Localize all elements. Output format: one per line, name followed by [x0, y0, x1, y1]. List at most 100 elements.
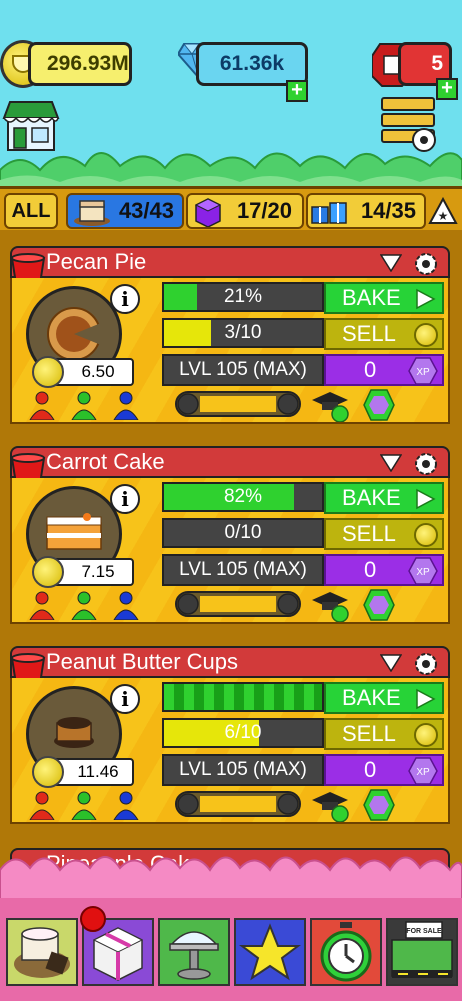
bake-button[interactable]: BAKE	[324, 682, 444, 714]
pink-frosting-decoration	[0, 856, 462, 906]
coins-counter: 296.93M	[28, 42, 132, 86]
conveyor-belt-icon	[175, 591, 301, 617]
bake-button[interactable]: BAKE	[324, 282, 444, 314]
product-price: 6.50	[81, 362, 115, 381]
tab-bakery[interactable]: 43/43	[66, 193, 184, 229]
coin-icon	[32, 356, 64, 388]
tickets-value: 5	[431, 52, 443, 75]
product-card: Carrot Cake i 7.15 82% BAKE 0/10 SELL LV…	[8, 436, 452, 628]
collapse-arrow-icon[interactable]	[380, 454, 402, 472]
tab-presents-count: 14/35	[360, 198, 416, 223]
stock-bar: 0/10	[162, 518, 324, 548]
workers-icon	[29, 591, 139, 620]
product-name: Pecan Pie	[46, 249, 147, 274]
tab-gifts-count: 17/20	[236, 198, 292, 223]
svg-text:XP: XP	[416, 367, 430, 378]
product-name: Carrot Cake	[46, 449, 165, 474]
bake-progress-bar: 82%	[162, 482, 324, 512]
graduation-cap-icon[interactable]	[310, 590, 350, 622]
bake-progress-text: 21%	[223, 286, 263, 307]
gems-value: 61.36k	[219, 52, 285, 75]
conveyor-belt-icon	[175, 391, 301, 417]
upgrade-hexagon-icon[interactable]	[362, 788, 396, 822]
green-frosting-decoration	[0, 152, 462, 192]
tab-bakery-count: 43/43	[118, 198, 174, 223]
stopwatch-icon	[320, 922, 372, 982]
xp-box[interactable]: 0 XP	[324, 554, 444, 586]
sell-button[interactable]: SELL	[324, 518, 444, 550]
for-sale-sign-icon: FOR SALE	[391, 921, 453, 978]
coin-icon	[414, 723, 438, 747]
star-icon	[239, 923, 301, 981]
product-card: Pecan Pie i 6.50 21% BAKE 3/10 SELL LVL …	[8, 236, 452, 428]
gear-icon[interactable]	[412, 250, 440, 278]
sell-button[interactable]: SELL	[324, 318, 444, 350]
tab-presents[interactable]: 14/35	[306, 193, 426, 229]
info-button[interactable]: i	[110, 684, 140, 714]
play-icon	[416, 488, 436, 510]
coin-icon	[414, 323, 438, 347]
tab-all[interactable]: ALL	[4, 193, 58, 229]
svg-text:XP: XP	[416, 767, 430, 778]
stock-bar: 3/10	[162, 318, 324, 348]
stock-bar: 6/10	[162, 718, 324, 748]
product-price: 7.15	[81, 562, 115, 581]
bake-progress-bar	[162, 682, 324, 712]
blue-gifts-icon	[311, 202, 347, 224]
xp-box[interactable]: 0 XP	[324, 354, 444, 386]
level-label: LVL 105 (MAX)	[162, 354, 324, 386]
product-body: i 7.15 82% BAKE 0/10 SELL LVL 105 (MAX) …	[10, 478, 450, 624]
svg-text:XP: XP	[416, 567, 430, 578]
play-icon	[416, 288, 436, 310]
level-label: LVL 105 (MAX)	[162, 554, 324, 586]
coin-icon	[32, 756, 64, 788]
nav-achievements-button[interactable]	[234, 918, 306, 986]
product-header[interactable]: Peanut Butter Cups	[10, 646, 450, 685]
tab-gifts[interactable]: 17/20	[186, 193, 304, 229]
nav-real-estate-button[interactable]: FOR SALE	[386, 918, 458, 986]
cake-stand-icon	[169, 931, 219, 980]
xp-hexagon-icon: XP	[408, 357, 438, 385]
product-body: i 6.50 21% BAKE 3/10 SELL LVL 105 (MAX) …	[10, 278, 450, 424]
product-body: i 11.46 BAKE 6/10 SELL LVL 105 (MAX) 0 X…	[10, 678, 450, 824]
stock-text: 6/10	[224, 722, 262, 743]
product-price: 11.46	[77, 762, 119, 781]
graduation-cap-icon[interactable]	[310, 390, 350, 422]
upgrade-hexagon-icon[interactable]	[362, 588, 396, 622]
coin-icon	[32, 556, 64, 588]
nav-timer-button[interactable]	[310, 918, 382, 986]
add-tickets-button[interactable]: +	[436, 78, 458, 100]
rank-up-icon[interactable]: ★	[428, 197, 458, 227]
add-gems-button[interactable]: +	[286, 80, 308, 102]
gear-icon[interactable]	[412, 450, 440, 478]
gear-icon[interactable]	[412, 650, 440, 678]
sell-button[interactable]: SELL	[324, 718, 444, 750]
workers-icon	[29, 791, 139, 820]
product-header[interactable]: Pecan Pie	[10, 246, 450, 285]
xp-hexagon-icon: XP	[408, 557, 438, 585]
collapse-arrow-icon[interactable]	[380, 254, 402, 272]
product-header[interactable]: Carrot Cake	[10, 446, 450, 485]
level-label: LVL 105 (MAX)	[162, 754, 324, 786]
purple-box-icon	[194, 198, 222, 227]
conveyor-belt-icon	[175, 791, 301, 817]
cake-slice-icon	[74, 200, 110, 226]
info-button[interactable]: i	[110, 284, 140, 314]
bake-progress-text: 82%	[223, 486, 263, 507]
svg-text:★: ★	[438, 209, 449, 223]
nav-bakery-button[interactable]	[6, 918, 78, 986]
collapse-arrow-icon[interactable]	[380, 654, 402, 672]
bake-button[interactable]: BAKE	[324, 482, 444, 514]
graduation-cap-icon[interactable]	[310, 790, 350, 822]
info-button[interactable]: i	[110, 484, 140, 514]
workers-icon	[29, 391, 139, 420]
pastry-icon	[14, 927, 70, 978]
upgrade-hexagon-icon[interactable]	[362, 388, 396, 422]
product-card: Peanut Butter Cups i 11.46 BAKE 6/10 SEL…	[8, 636, 452, 828]
xp-box[interactable]: 0 XP	[324, 754, 444, 786]
nav-display-button[interactable]	[158, 918, 230, 986]
svg-text:FOR SALE: FOR SALE	[406, 928, 442, 935]
xp-value: 0	[364, 557, 377, 582]
product-name: Peanut Butter Cups	[46, 649, 239, 674]
stock-text: 3/10	[224, 322, 262, 343]
